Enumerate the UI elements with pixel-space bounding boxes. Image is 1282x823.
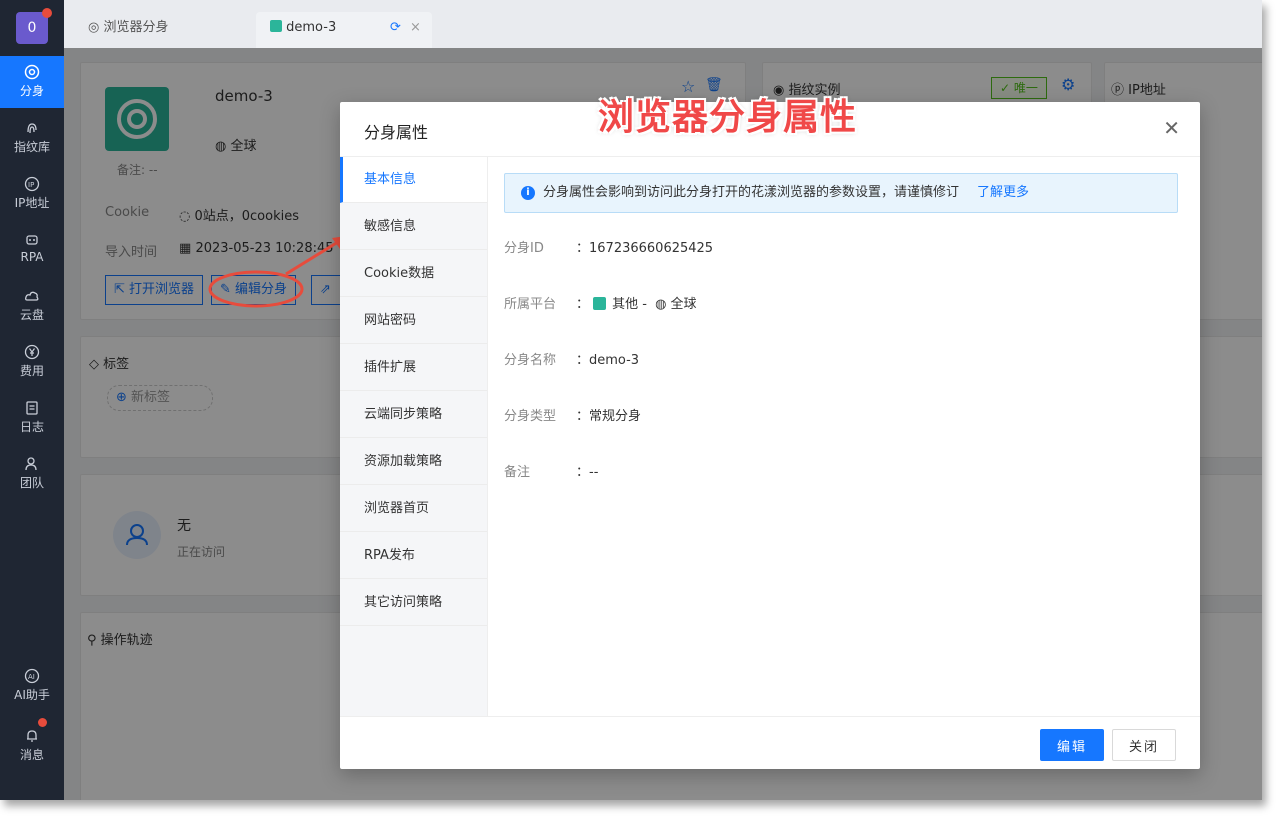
close-icon[interactable]: ✕ [1163,116,1180,140]
side-item-basic[interactable]: 基本信息 [340,157,487,203]
side-item-cookie[interactable]: Cookie数据 [340,251,487,297]
bell-icon [27,730,37,742]
field-label: 备注 [504,465,531,480]
field-profile-type: 分身类型 ：常规分身 [504,405,641,424]
field-note: 备注 ：-- [504,461,598,480]
nav-item-fingerprint[interactable]: 指纹库 [0,112,64,164]
field-profile-name: 分身名称 ：demo-3 [504,349,639,368]
side-item-other-policy[interactable]: 其它访问策略 [340,580,487,626]
side-item-cloud-sync[interactable]: 云端同步策略 [340,392,487,438]
dialog-footer: 编辑 关闭 [340,716,1200,770]
nav-item-rpa[interactable]: RPA [0,224,64,276]
field-label: 所属平台 [504,297,557,312]
workspace-avatar[interactable]: 0 [16,8,52,44]
nav-label: 消息 [19,748,44,762]
avatar-text: 0 [27,20,37,36]
field-value: ：常规分身 [576,409,642,424]
info-icon: i [521,185,535,200]
dialog-title: 分身属性 [364,123,429,142]
side-item-extensions[interactable]: 插件扩展 [340,345,487,391]
annotation-title: 浏览器分身属性 [598,97,858,138]
nav-item-messages[interactable]: 消息 [0,718,64,772]
platform-icon [593,297,607,310]
chrome-icon [24,64,40,80]
field-label: 分身ID [504,241,544,256]
nav-label: 指纹库 [13,140,50,154]
side-item-homepage[interactable]: 浏览器首页 [340,486,487,532]
side-item-rpa[interactable]: RPA发布 [340,533,487,579]
close-icon[interactable]: × [410,12,421,44]
field-value: ：-- [576,465,599,480]
robot-icon [26,235,38,245]
nav-item-billing[interactable]: 费用 [0,336,64,388]
dialog-sidebar: 基本信息 敏感信息 Cookie数据 网站密码 插件扩展 云端同步策略 资源加载… [340,157,488,717]
info-alert: i 分身属性会影响到访问此分身打开的花漾浏览器的参数设置，请谨慎修订 了解更多 [504,173,1178,213]
field-profile-id: 分身ID ：167236660625425 [504,237,713,256]
app-window: 0 分身 指纹库 IP IP地址 RPA 云盘 费用 日志 团队 AI AI助手… [0,0,1262,800]
log-icon [26,401,38,415]
notification-dot [38,718,47,727]
nav-label: 日志 [19,420,44,434]
colon: ： [576,297,590,312]
tab-demo-3[interactable]: demo-3 ⟳ × [256,12,432,48]
nav-item-ai[interactable]: AI AI助手 [0,660,64,712]
edit-button[interactable]: 编辑 [1040,729,1104,761]
nav-label: IP地址 [14,196,50,210]
svg-text:IP: IP [28,181,34,189]
refresh-icon[interactable]: ⟳ [390,12,401,44]
svg-text:AI: AI [28,673,35,681]
side-item-resource-load[interactable]: 资源加载策略 [340,439,487,485]
tab-browser-profiles[interactable]: ◎ 浏览器分身 [74,12,183,48]
fingerprint-icon [27,123,37,134]
nav-label: RPA [20,250,44,264]
nav-label: 分身 [19,84,44,98]
notification-dot [42,8,52,18]
nav-item-cloud[interactable]: 云盘 [0,280,64,332]
nav-label: 团队 [19,476,44,490]
field-label: 分身名称 [504,353,557,368]
tab-label: 浏览器分身 [103,20,169,35]
field-value: ：167236660625425 [576,241,714,256]
platform-region: 全球 [670,297,697,312]
side-item-passwords[interactable]: 网站密码 [340,298,487,344]
annotation-arrow [208,236,346,308]
cloud-icon [25,291,39,301]
nav-item-ip[interactable]: IP IP地址 [0,168,64,220]
nav-item-logs[interactable]: 日志 [0,392,64,444]
profile-icon [270,20,282,32]
nav-label: 云盘 [19,308,44,322]
nav-item-profiles[interactable]: 分身 [0,56,64,108]
main-sidebar: 0 分身 指纹库 IP IP地址 RPA 云盘 费用 日志 团队 AI AI助手… [0,0,64,800]
nav-item-team[interactable]: 团队 [0,448,64,500]
ip-icon: IP [24,176,40,192]
nav-label: AI助手 [14,688,50,702]
yen-icon [24,344,40,360]
field-platform: 所属平台 ： 其他 - ◍ 全球 [504,293,696,312]
ai-icon: AI [24,668,40,684]
globe-icon: ◍ [655,297,667,312]
tab-label: demo-3 [286,20,337,35]
field-value: ：demo-3 [576,353,640,368]
field-label: 分身类型 [504,409,557,424]
team-icon [25,457,37,471]
nav-label: 费用 [19,364,44,378]
info-text: 分身属性会影响到访问此分身打开的花漾浏览器的参数设置，请谨慎修订 [543,185,960,200]
platform-name: 其他 - [612,297,647,312]
tab-bar: ◎ 浏览器分身 demo-3 ⟳ × [64,0,1262,48]
profile-properties-dialog: 分身属性 ✕ 基本信息 敏感信息 Cookie数据 网站密码 插件扩展 云端同步… [340,102,1200,769]
chrome-icon: ◎ [88,20,100,35]
close-button[interactable]: 关闭 [1112,729,1176,761]
side-item-sensitive[interactable]: 敏感信息 [340,204,487,250]
learn-more-link[interactable]: 了解更多 [977,185,1029,200]
